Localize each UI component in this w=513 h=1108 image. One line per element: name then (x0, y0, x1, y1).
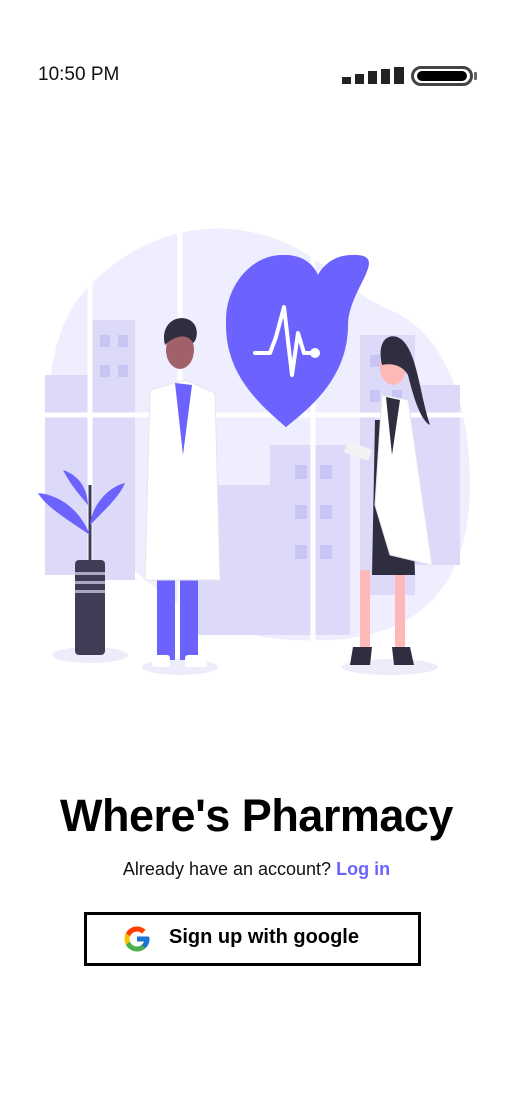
account-prompt: Already have an account? Log in (0, 859, 513, 880)
app-title: Where's Pharmacy (60, 790, 453, 841)
status-bar: 10:50 PM (0, 0, 513, 110)
login-link[interactable]: Log in (336, 859, 390, 879)
status-time: 10:50 PM (38, 64, 120, 85)
signup-google-label: Sign up with google (169, 926, 359, 948)
google-icon (124, 926, 150, 952)
doctors-heart-illustration (30, 215, 490, 675)
signal-bars-icon (342, 67, 404, 84)
signup-google-button[interactable]: Sign up with google (84, 912, 421, 966)
account-prompt-text: Already have an account? (122, 859, 332, 879)
battery-icon (411, 66, 477, 86)
